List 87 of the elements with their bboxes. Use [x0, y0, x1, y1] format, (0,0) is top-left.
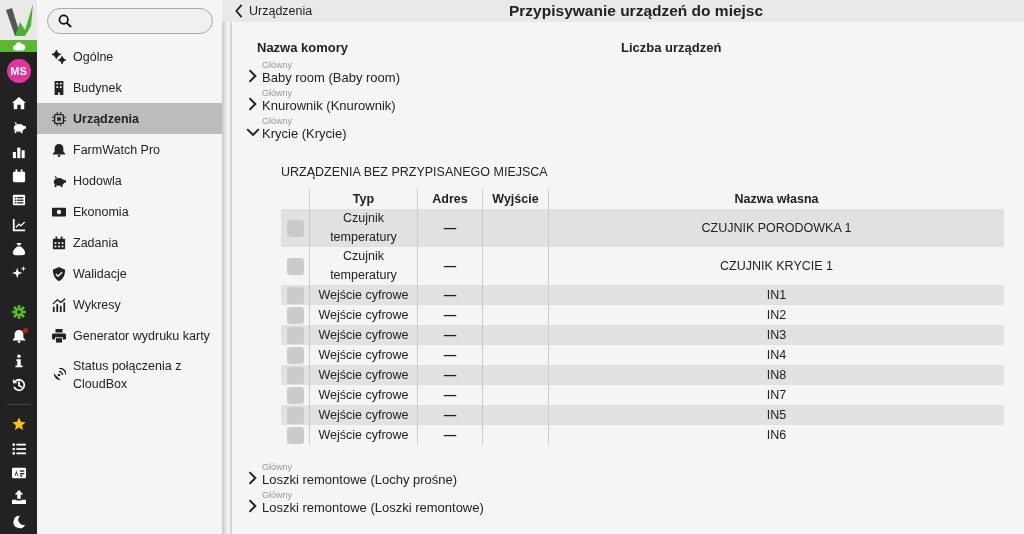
- room-group-label: Główny: [262, 88, 293, 98]
- room-name[interactable]: Loszki remontowe (Loszki remontowe): [262, 500, 484, 515]
- checkbox[interactable]: [286, 366, 304, 384]
- table-cell: —: [417, 325, 482, 345]
- checkbox[interactable]: [286, 386, 304, 404]
- bell-icon: [11, 329, 26, 344]
- pig-icon: [52, 173, 66, 188]
- table-row[interactable]: Wejście cyfrowe — IN5: [281, 405, 1004, 425]
- search-field[interactable]: [47, 8, 213, 34]
- section-title: URZĄDZENIA BEZ PRZYPISANEGO MIEJSCA: [281, 165, 549, 181]
- shield-check-icon: [52, 266, 66, 281]
- sidebar-item[interactable]: Urządzenia: [37, 103, 222, 134]
- sidebar-item[interactable]: FarmWatch Pro: [37, 134, 222, 165]
- table-row[interactable]: Wejście cyfrowe — IN3: [281, 325, 1004, 345]
- page-title: Przypisywanie urządzeń do miejsc: [509, 2, 764, 20]
- line-chart-icon: [11, 217, 26, 232]
- table-row[interactable]: Czujnik temperatury — CZUJNIK PORODOWKA 1: [281, 209, 1004, 247]
- table-cell: Czujnik temperatury: [309, 209, 417, 247]
- room-name[interactable]: Loszki remontowe (Lochy prośne): [262, 472, 458, 487]
- column-header: Liczba urządzeń: [621, 39, 722, 55]
- sidebar-item[interactable]: Budynek: [37, 72, 222, 103]
- table-cell: Wejście cyfrowe: [309, 405, 417, 425]
- checkbox[interactable]: [286, 346, 304, 364]
- room-group-label: Główny: [262, 462, 293, 472]
- chip-icon: [52, 111, 66, 126]
- pig-icon: [11, 120, 26, 135]
- moon-icon: [11, 514, 26, 529]
- room-group-label: Główny: [262, 116, 293, 126]
- table-cell: Wejście cyfrowe: [309, 425, 417, 445]
- checkbox[interactable]: [286, 426, 304, 444]
- checkbox[interactable]: [286, 286, 304, 304]
- table-cell: IN8: [548, 365, 1004, 385]
- room-group-label: Główny: [262, 60, 293, 70]
- table-row[interactable]: Wejście cyfrowe — IN6: [281, 425, 1004, 445]
- table-cell: CZUJNIK PORODOWKA 1: [548, 209, 1004, 247]
- star-icon: [11, 417, 26, 432]
- list-icon: [11, 441, 26, 456]
- money-bag-icon: [11, 242, 26, 257]
- column-header: Nazwa komory: [257, 39, 350, 55]
- table-cell: IN3: [548, 325, 1004, 345]
- table-cell: —: [417, 209, 482, 247]
- search-icon: [58, 14, 72, 28]
- table-cell: IN6: [548, 425, 1004, 445]
- table-cell: Wejście cyfrowe: [309, 365, 417, 385]
- sparkles-icon: [11, 266, 26, 281]
- table-cell: Wejście cyfrowe: [309, 325, 417, 345]
- sidebar-item[interactable]: Generator wydruku karty: [37, 320, 222, 351]
- checkbox[interactable]: [286, 306, 304, 324]
- satellite-icon: [52, 368, 66, 382]
- table-cell: IN5: [548, 405, 1004, 425]
- sidebar-item[interactable]: Wykresy: [37, 289, 222, 320]
- room-name[interactable]: Knurownik (Knurownik): [262, 98, 396, 113]
- table-cell: Wejście cyfrowe: [309, 285, 417, 305]
- table-cell: —: [417, 425, 482, 445]
- bell-icon: [52, 142, 66, 157]
- building-icon: [52, 80, 66, 95]
- home-icon: [11, 95, 26, 110]
- sidebar-item[interactable]: Walidacje: [37, 258, 222, 289]
- table-cell: —: [417, 285, 482, 305]
- sidebar-item[interactable]: Zadania: [37, 227, 222, 258]
- table-cell: —: [417, 365, 482, 385]
- sidebar-item[interactable]: Hodowla: [37, 165, 222, 196]
- table-row[interactable]: Wejście cyfrowe — IN1: [281, 285, 1004, 305]
- sidebar-item[interactable]: Ekonomia: [37, 196, 222, 227]
- table-cell: IN1: [548, 285, 1004, 305]
- room-name[interactable]: Krycie (Krycie): [262, 126, 347, 141]
- id-card-icon: [11, 466, 26, 481]
- checkbox[interactable]: [286, 257, 304, 275]
- list-icon: [11, 193, 26, 208]
- sidebar-item[interactable]: Status połączenia z CloudBox: [37, 351, 222, 399]
- sidebar-item[interactable]: Ogólne: [37, 41, 222, 72]
- checkbox[interactable]: [286, 326, 304, 344]
- history-icon: [11, 377, 26, 392]
- table-cell: —: [417, 405, 482, 425]
- notification-dot: [23, 327, 28, 333]
- checkbox[interactable]: [286, 406, 304, 424]
- back-link[interactable]: Urządzenia: [232, 4, 313, 18]
- chart-icon: [52, 297, 66, 312]
- upload-icon: [11, 490, 26, 505]
- calendar-icon: [11, 169, 26, 183]
- printer-icon: [52, 328, 66, 343]
- table-row[interactable]: Wejście cyfrowe — IN8: [281, 365, 1004, 385]
- room-name[interactable]: Baby room (Baby room): [262, 70, 400, 85]
- user-avatar[interactable]: MS: [6, 58, 31, 83]
- calendar-icon: [52, 235, 66, 250]
- room-group-label: Główny: [262, 490, 293, 500]
- settings-icon: [11, 304, 26, 319]
